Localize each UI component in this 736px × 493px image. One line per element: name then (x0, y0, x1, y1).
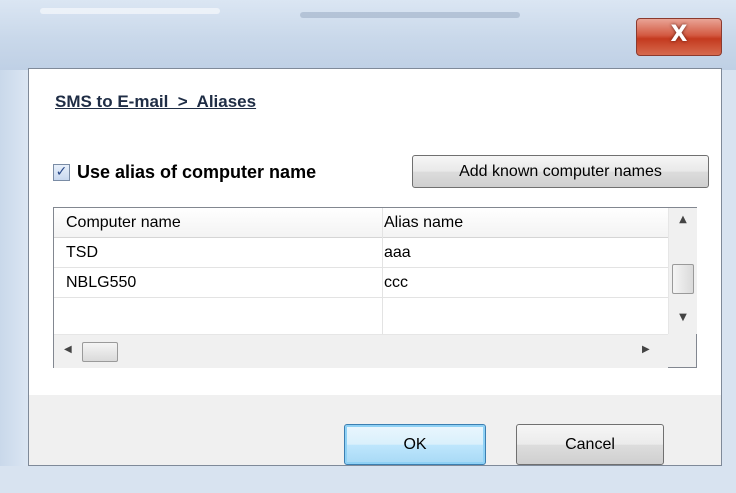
title-bar-glass (300, 12, 520, 18)
alias-option-row[interactable]: ✓ Use alias of computer name (53, 157, 316, 187)
scroll-down-arrow-icon[interactable]: ▼ (669, 312, 697, 323)
dialog-client: SMS to E-mail > Aliases ✓ Use alias of c… (28, 68, 722, 466)
checkmark-icon: ✓ (55, 164, 68, 180)
window-frame-left (0, 70, 28, 470)
scroll-right-arrow-icon[interactable]: ▶ (642, 344, 650, 355)
vertical-scroll-thumb[interactable] (672, 264, 694, 294)
alias-table: Computer name Alias name TSD aaa NBLG550… (53, 207, 697, 368)
window-frame-bottom (0, 466, 736, 493)
column-header-computer-name[interactable]: Computer name (66, 214, 181, 232)
computer-name-cell[interactable]: TSD (66, 244, 98, 262)
scroll-up-arrow-icon[interactable]: ▲ (669, 214, 697, 225)
title-bar-glass (40, 8, 220, 14)
scrollbar-corner (668, 334, 696, 367)
column-divider (382, 208, 383, 334)
close-button[interactable]: X (636, 18, 722, 56)
alias-table-grid: Computer name Alias name TSD aaa NBLG550… (54, 208, 668, 334)
scroll-left-arrow-icon[interactable]: ◀ (64, 344, 72, 355)
vertical-scrollbar[interactable]: ▲ ▼ (668, 208, 697, 334)
alias-name-cell[interactable]: ccc (384, 274, 408, 292)
add-known-computer-names-button[interactable]: Add known computer names (412, 155, 709, 188)
use-alias-checkbox[interactable]: ✓ (53, 163, 70, 181)
horizontal-scroll-thumb[interactable] (82, 342, 118, 362)
window-frame-right (722, 70, 736, 470)
cancel-button[interactable]: Cancel (516, 424, 664, 465)
use-alias-label[interactable]: Use alias of computer name (77, 162, 316, 183)
table-header-row: Computer name Alias name (54, 208, 668, 238)
breadcrumb[interactable]: SMS to E-mail > Aliases (55, 92, 256, 112)
column-header-alias-name[interactable]: Alias name (384, 214, 463, 232)
horizontal-scrollbar[interactable]: ◀ ▶ (54, 334, 668, 368)
ok-button[interactable]: OK (344, 424, 486, 465)
close-icon: X (670, 22, 688, 47)
content-panel: SMS to E-mail > Aliases ✓ Use alias of c… (29, 69, 721, 395)
alias-name-cell[interactable]: aaa (384, 244, 411, 262)
computer-name-cell[interactable]: NBLG550 (66, 274, 136, 292)
table-row[interactable]: TSD aaa (54, 238, 668, 268)
title-bar: X (0, 0, 736, 70)
table-row[interactable]: NBLG550 ccc (54, 268, 668, 298)
